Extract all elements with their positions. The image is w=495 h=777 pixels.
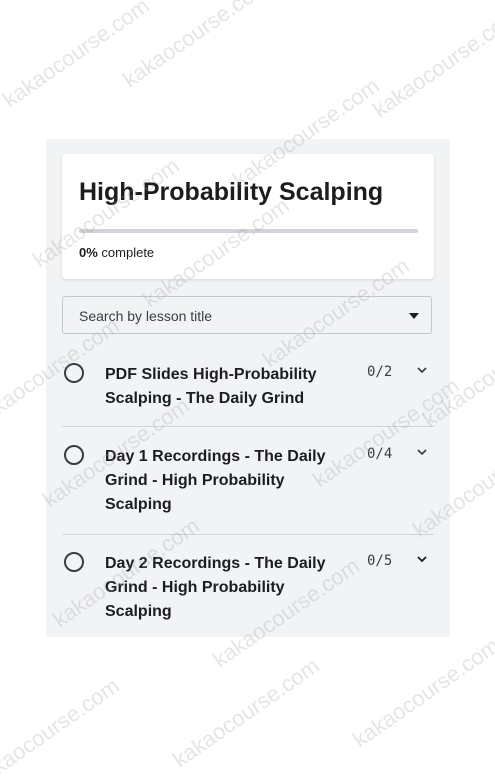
section-divider: [62, 426, 434, 427]
watermark: kakaocourse.com: [0, 0, 154, 113]
section-title: PDF Slides High-Probability Scalping - T…: [105, 366, 317, 407]
empty-circle-icon: [64, 552, 84, 572]
watermark: kakaocourse.com: [368, 2, 495, 123]
section-progress-count: 0/5: [367, 553, 393, 569]
section-divider: [62, 534, 434, 535]
watermark: kakaocourse.com: [348, 632, 495, 753]
course-title: High-Probability Scalping: [79, 178, 384, 206]
empty-circle-icon: [64, 445, 84, 465]
lesson-search-select[interactable]: Search by lesson title: [62, 296, 432, 334]
course-content-panel: High-Probability Scalping 0% complete Se…: [46, 139, 450, 637]
course-progress-card: High-Probability Scalping 0% complete: [62, 154, 434, 279]
caret-down-icon: [409, 313, 419, 319]
curriculum-section[interactable]: Day 1 Recordings - The Daily Grind - Hig…: [62, 445, 434, 535]
section-progress-count: 0/2: [367, 364, 393, 380]
chevron-down-icon[interactable]: [416, 553, 428, 565]
chevron-down-icon[interactable]: [416, 364, 428, 376]
watermark: kakaocourse.com: [118, 0, 274, 93]
progress-bar: [79, 229, 418, 233]
watermark: kakaocourse.com: [168, 652, 324, 773]
search-placeholder: Search by lesson title: [79, 308, 213, 324]
progress-suffix: complete: [97, 245, 155, 260]
chevron-down-icon[interactable]: [416, 446, 428, 458]
curriculum-section[interactable]: PDF Slides High-Probability Scalping - T…: [62, 363, 434, 427]
section-progress-count: 0/4: [367, 446, 393, 462]
section-title: Day 2 Recordings - The Daily Grind - Hig…: [105, 555, 326, 620]
empty-circle-icon: [64, 363, 84, 383]
watermark: kakaocourse.com: [0, 672, 124, 777]
curriculum-section[interactable]: Day 2 Recordings - The Daily Grind - Hig…: [62, 552, 434, 627]
section-title: Day 1 Recordings - The Daily Grind - Hig…: [105, 448, 326, 513]
progress-label: 0% complete: [79, 245, 154, 260]
progress-percent: 0%: [79, 245, 98, 260]
